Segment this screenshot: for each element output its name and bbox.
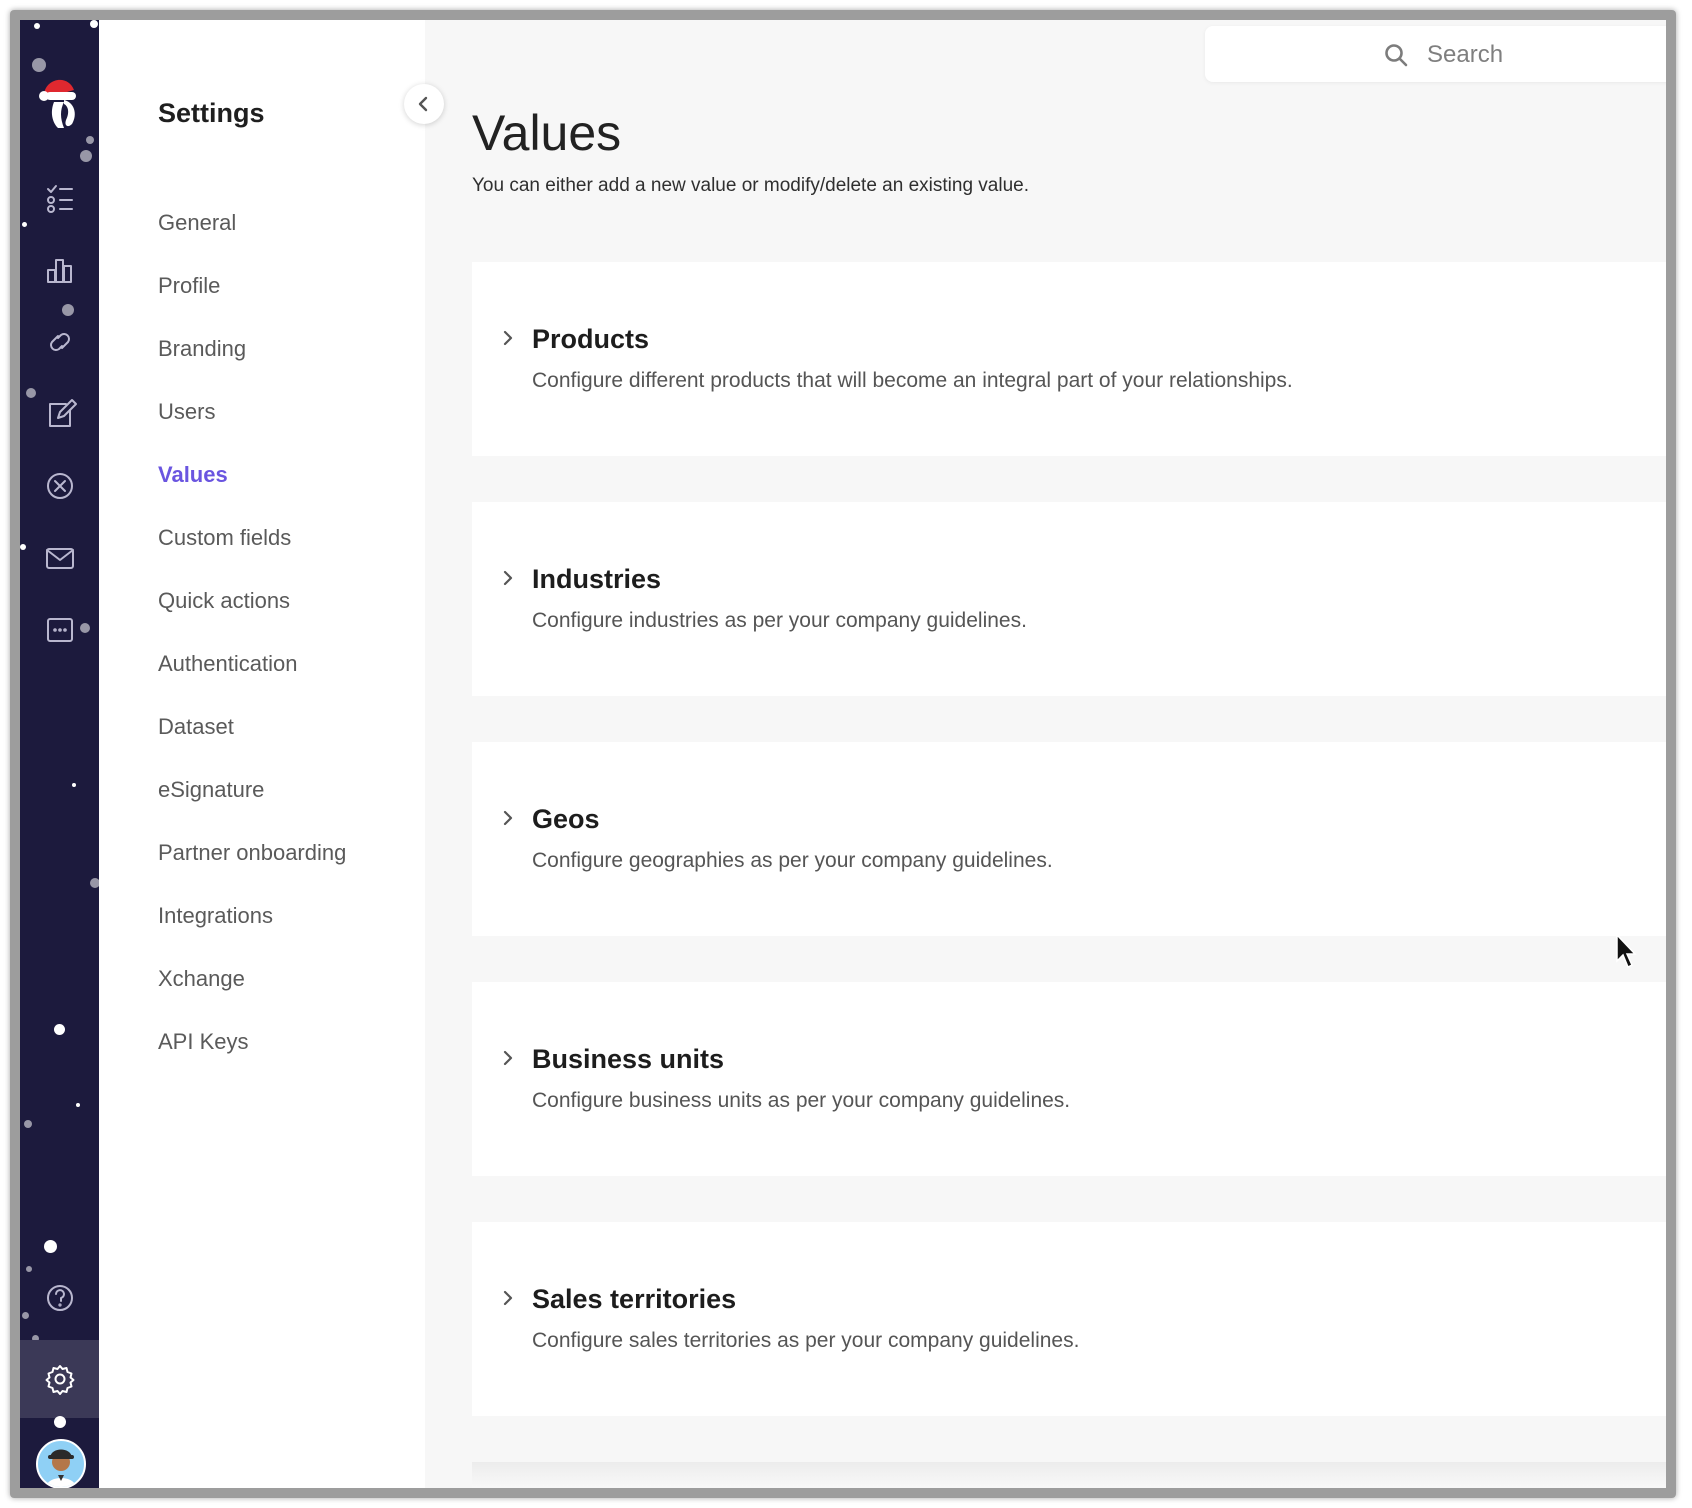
search-box[interactable] xyxy=(1205,26,1666,82)
snow-dot xyxy=(24,1120,32,1128)
snow-dot xyxy=(80,150,92,162)
settings-nav: General Profile Branding Users Values Cu… xyxy=(158,210,346,1092)
card-title: Products xyxy=(532,324,650,354)
value-card-business-units[interactable]: Business units Configure business units … xyxy=(472,982,1666,1176)
page-title: Values xyxy=(472,105,622,161)
card-description: Configure sales territories as per your … xyxy=(532,1329,1080,1352)
snow-dot xyxy=(62,304,74,316)
snow-dot xyxy=(90,20,98,28)
cancel-circle-icon[interactable] xyxy=(38,464,82,508)
settings-nav-api-keys[interactable]: API Keys xyxy=(158,1029,346,1092)
chevron-left-icon xyxy=(418,96,428,112)
snow-dot xyxy=(34,23,40,29)
settings-nav-authentication[interactable]: Authentication xyxy=(158,651,346,714)
checklist-icon[interactable] xyxy=(38,176,82,220)
card-title: Industries xyxy=(532,564,662,594)
snow-dot xyxy=(72,783,76,787)
chevron-right-icon xyxy=(503,1290,513,1306)
chevron-right-icon xyxy=(503,1050,513,1066)
help-icon[interactable] xyxy=(38,1276,82,1320)
settings-sidebar: Settings General Profile Branding Users … xyxy=(99,20,425,1488)
settings-nav-esignature[interactable]: eSignature xyxy=(158,777,346,840)
settings-nav-branding[interactable]: Branding xyxy=(158,336,346,399)
value-card-products[interactable]: Products Configure different products th… xyxy=(472,262,1666,456)
avatar[interactable] xyxy=(36,1439,86,1488)
value-card-geos[interactable]: Geos Configure geographies as per your c… xyxy=(472,742,1666,936)
value-card-industries[interactable]: Industries Configure industries as per y… xyxy=(472,502,1666,696)
main-content: Values You can either add a new value or… xyxy=(425,20,1666,1488)
settings-nav-values[interactable]: Values xyxy=(158,462,346,525)
card-description: Configure different products that will b… xyxy=(532,369,1293,392)
snow-dot xyxy=(54,1416,66,1428)
chevron-right-icon xyxy=(503,330,513,346)
settings-nav-general[interactable]: General xyxy=(158,210,346,273)
page-subtitle: You can either add a new value or modify… xyxy=(472,175,1029,196)
snow-dot xyxy=(20,544,26,550)
edit-note-icon[interactable] xyxy=(38,392,82,436)
settings-nav-partner-onboarding[interactable]: Partner onboarding xyxy=(158,840,346,903)
app-frame: Settings General Profile Branding Users … xyxy=(10,10,1676,1498)
app-window: Settings General Profile Branding Users … xyxy=(20,20,1666,1488)
settings-nav-integrations[interactable]: Integrations xyxy=(158,903,346,966)
settings-nav-dataset[interactable]: Dataset xyxy=(158,714,346,777)
snow-dot xyxy=(44,1240,57,1253)
mouse-cursor-icon xyxy=(1616,933,1637,969)
chat-dots-icon[interactable] xyxy=(38,608,82,652)
card-title: Business units xyxy=(532,1044,725,1074)
card-title: Geos xyxy=(532,804,600,834)
nav-rail xyxy=(20,20,99,1488)
card-description: Configure geographies as per your compan… xyxy=(532,849,1053,872)
chevron-right-icon xyxy=(503,570,513,586)
card-description: Configure industries as per your company… xyxy=(532,609,1027,632)
mail-icon[interactable] xyxy=(38,536,82,580)
logo-icon[interactable] xyxy=(38,72,84,132)
search-icon xyxy=(1385,44,1408,67)
snow-dot xyxy=(90,878,99,888)
link-icon[interactable] xyxy=(38,320,82,364)
snow-dot xyxy=(22,1312,29,1319)
card-description: Configure business units as per your com… xyxy=(532,1089,1071,1112)
value-card-partial[interactable] xyxy=(472,1462,1666,1488)
snow-dot xyxy=(76,1103,80,1107)
chevron-right-icon xyxy=(503,810,513,826)
collapse-sidebar-button[interactable] xyxy=(404,84,444,124)
settings-nav-users[interactable]: Users xyxy=(158,399,346,462)
search-input[interactable] xyxy=(1425,34,1666,76)
snow-dot xyxy=(32,58,46,72)
card-title: Sales territories xyxy=(532,1284,737,1314)
settings-nav-profile[interactable]: Profile xyxy=(158,273,346,336)
snow-dot xyxy=(26,388,36,398)
snow-dot xyxy=(22,222,27,227)
bar-chart-icon[interactable] xyxy=(38,248,82,292)
settings-nav-custom-fields[interactable]: Custom fields xyxy=(158,525,346,588)
settings-title: Settings xyxy=(158,98,265,128)
value-card-sales-territories[interactable]: Sales territories Configure sales territ… xyxy=(472,1222,1666,1416)
snow-dot xyxy=(54,1024,65,1035)
snow-dot xyxy=(26,1266,32,1272)
gear-icon[interactable] xyxy=(38,1357,82,1401)
settings-nav-quick-actions[interactable]: Quick actions xyxy=(158,588,346,651)
settings-nav-xchange[interactable]: Xchange xyxy=(158,966,346,1029)
snow-dot xyxy=(86,136,94,144)
